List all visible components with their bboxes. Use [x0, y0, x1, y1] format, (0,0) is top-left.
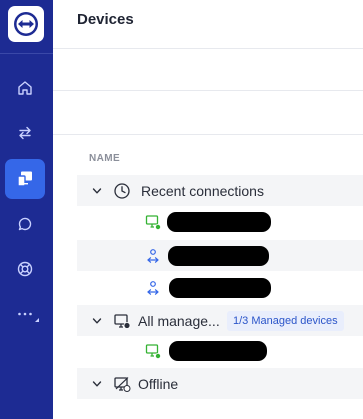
clock-icon — [114, 182, 130, 199]
group-label: Recent connections — [141, 182, 264, 199]
teamviewer-logo-icon — [14, 12, 38, 36]
group-label: All manage... — [138, 312, 220, 329]
support-lifebuoy-icon — [17, 261, 33, 277]
group-label: Offline — [138, 375, 179, 392]
page-title: Devices — [77, 11, 134, 28]
managed-monitor-icon — [114, 313, 131, 329]
group-row-all-managed[interactable]: All manage... 1/3 Managed devices — [77, 305, 363, 336]
device-row[interactable] — [77, 206, 363, 237]
devices-icon — [17, 171, 32, 187]
nav-chat[interactable] — [5, 204, 45, 244]
column-header-name[interactable]: NAME — [89, 153, 120, 164]
managed-devices-badge: 1/3 Managed devices — [227, 310, 344, 331]
chevron-down-icon[interactable] — [91, 185, 103, 197]
devices-panel: Devices NAME Recent connections All mana… — [53, 0, 363, 419]
toolbar-divider — [53, 90, 363, 91]
redacted-device-name — [168, 245, 269, 266]
redacted-device-name — [169, 277, 271, 298]
redacted-device-name — [169, 340, 267, 361]
nav-more[interactable] — [5, 294, 45, 334]
monitor-online-icon — [145, 214, 161, 230]
group-row-recent-connections[interactable]: Recent connections — [77, 175, 363, 206]
device-row[interactable] — [77, 240, 363, 271]
chevron-down-icon[interactable] — [91, 378, 103, 390]
monitor-online-icon — [145, 343, 161, 359]
transfer-arrows-icon — [19, 126, 31, 140]
nav-home[interactable] — [5, 68, 45, 108]
group-row-offline[interactable]: Offline — [77, 368, 363, 399]
filter-divider — [53, 134, 363, 135]
remote-session-icon — [147, 248, 159, 263]
app-logo[interactable] — [8, 6, 44, 42]
more-dots-icon — [18, 312, 32, 316]
offline-monitor-icon — [114, 376, 131, 392]
rail-divider — [0, 53, 53, 54]
nav-devices[interactable] — [5, 159, 45, 199]
device-row[interactable] — [77, 272, 363, 303]
home-icon — [18, 81, 32, 95]
remote-session-icon — [147, 280, 159, 295]
chevron-down-icon[interactable] — [91, 315, 103, 327]
navigation-rail — [0, 0, 53, 419]
device-row[interactable] — [77, 335, 363, 366]
redacted-device-name — [167, 211, 271, 232]
nav-connect[interactable] — [5, 113, 45, 153]
chat-icon — [18, 217, 32, 231]
header-divider — [53, 48, 363, 49]
submenu-indicator — [35, 318, 39, 322]
nav-support[interactable] — [5, 249, 45, 289]
